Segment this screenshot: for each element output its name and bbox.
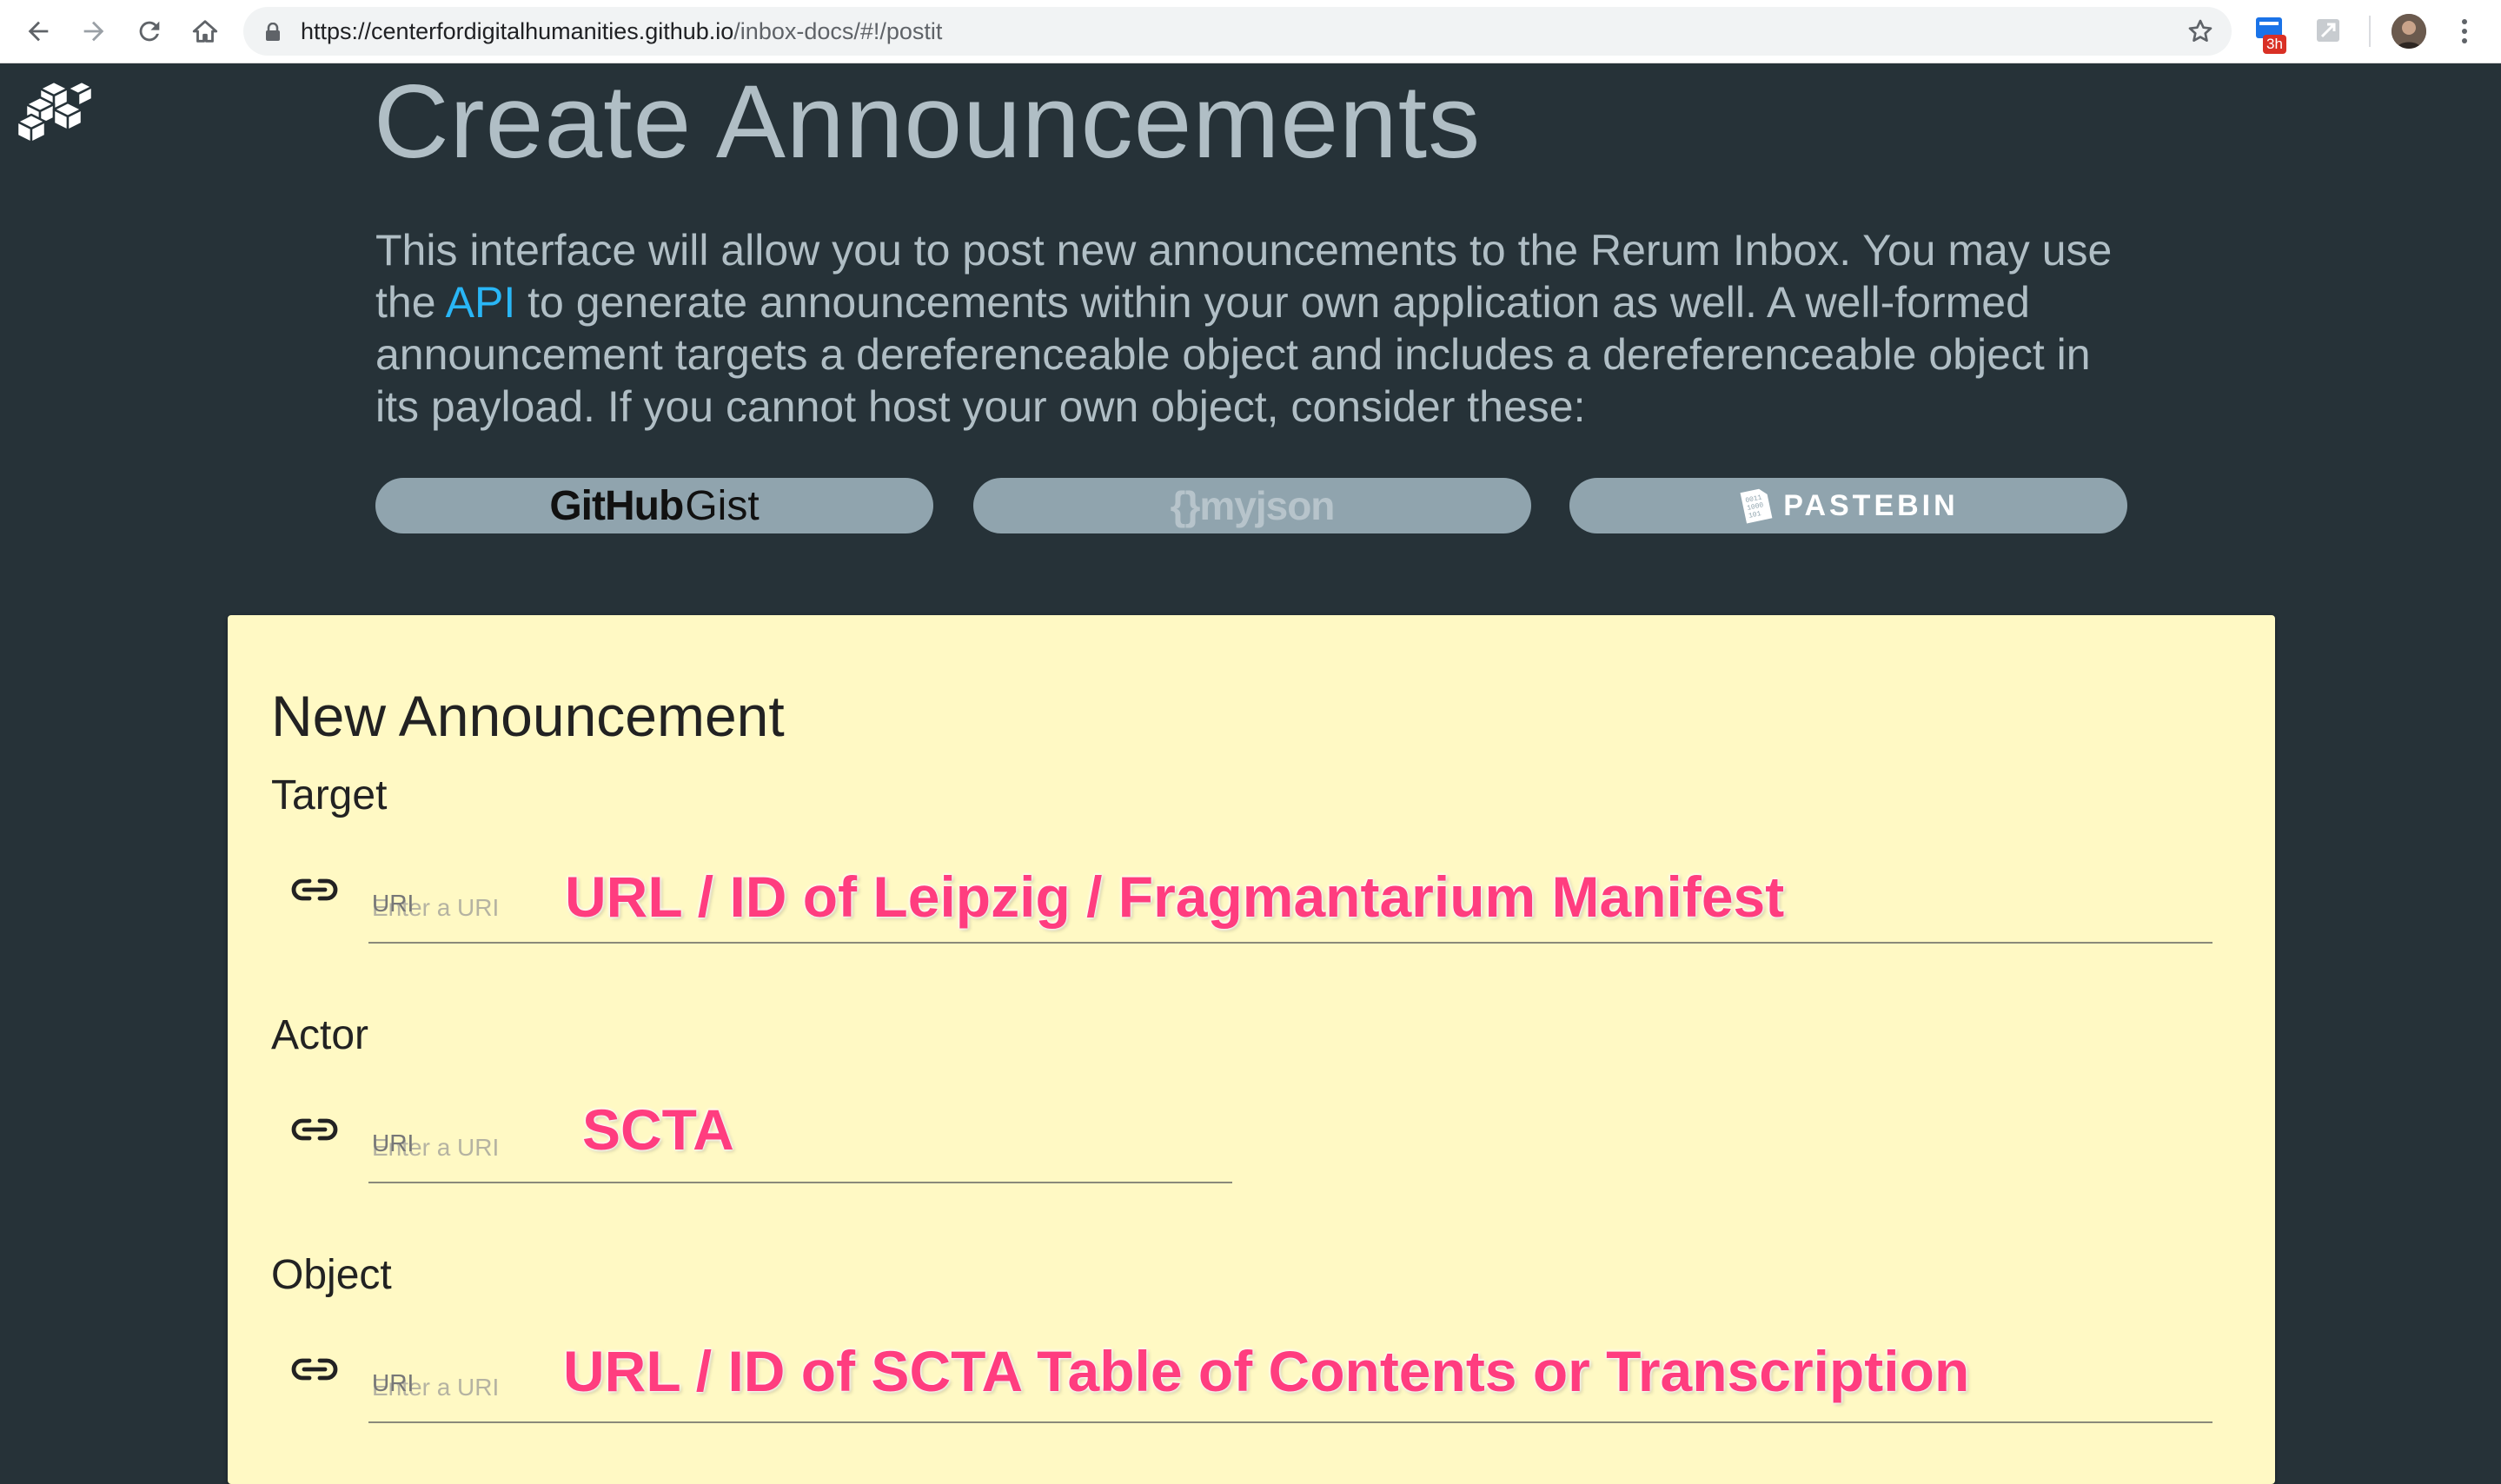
actor-annotation: SCTA [582,1097,734,1162]
home-icon [192,20,218,43]
link-icon [291,878,338,901]
object-annotation: URL / ID of SCTA Table of Contents or Tr… [563,1339,1970,1403]
api-link[interactable]: API [446,278,516,327]
github-gist-logo-text: GitHub [549,482,684,529]
github-gist-button[interactable]: GitHub Gist [375,478,933,533]
pastebin-logo-text: PASTEBIN [1783,488,1959,522]
target-annotation: URL / ID of Leipzig / Fragmantarium Mani… [565,865,1785,929]
pastebin-button[interactable]: 0011 1000 101 PASTEBIN [1569,478,2127,533]
card-title: New Announcement [271,684,785,748]
forward-button[interactable] [70,0,118,63]
myjson-button[interactable]: {}myjson [973,478,1531,533]
address-bar[interactable]: https://centerfordigitalhumanities.githu… [243,7,2232,56]
reload-icon [139,21,160,42]
page-title: Create Announcements [374,63,1482,180]
target-label: Target [271,772,388,818]
menu-icon[interactable] [2452,16,2477,47]
intro-text: This interface will allow you to post ne… [375,224,2139,433]
pastebin-icon: 00111000101 [1740,488,1773,524]
url-host: https://centerfordigitalhumanities.githu… [301,18,734,44]
actor-uri-input[interactable] [368,1114,1232,1183]
star-icon[interactable] [2186,17,2214,45]
toolbar-divider [2369,16,2371,47]
extension-badge: 3h [2263,35,2286,54]
url-path: /inbox-docs/#!/postit [733,18,943,44]
forward-icon [83,21,104,42]
myjson-logo-text: {}myjson [1170,483,1336,528]
browser-toolbar: https://centerfordigitalhumanities.githu… [0,0,2501,63]
link-icon [291,1358,338,1381]
new-announcement-card: New Announcement Target URI URL / ID of … [228,615,2275,1484]
intro-after-link: to generate announcements within your ow… [375,278,2091,431]
avatar[interactable] [2392,14,2426,49]
home-button[interactable] [181,0,229,63]
github-gist-logo-text-thin: Gist [685,482,760,529]
actor-label: Actor [271,1012,369,1058]
object-label: Object [271,1252,392,1298]
reload-button[interactable] [125,0,174,63]
back-icon [28,21,49,42]
profile-icon [2392,14,2426,49]
url-text: https://centerfordigitalhumanities.githu… [301,7,942,56]
back-button[interactable] [14,0,63,63]
logo-cubes-icon[interactable] [14,78,94,144]
extension-icon[interactable] [2315,17,2341,43]
lock-icon [266,23,280,41]
link-icon [291,1118,338,1141]
